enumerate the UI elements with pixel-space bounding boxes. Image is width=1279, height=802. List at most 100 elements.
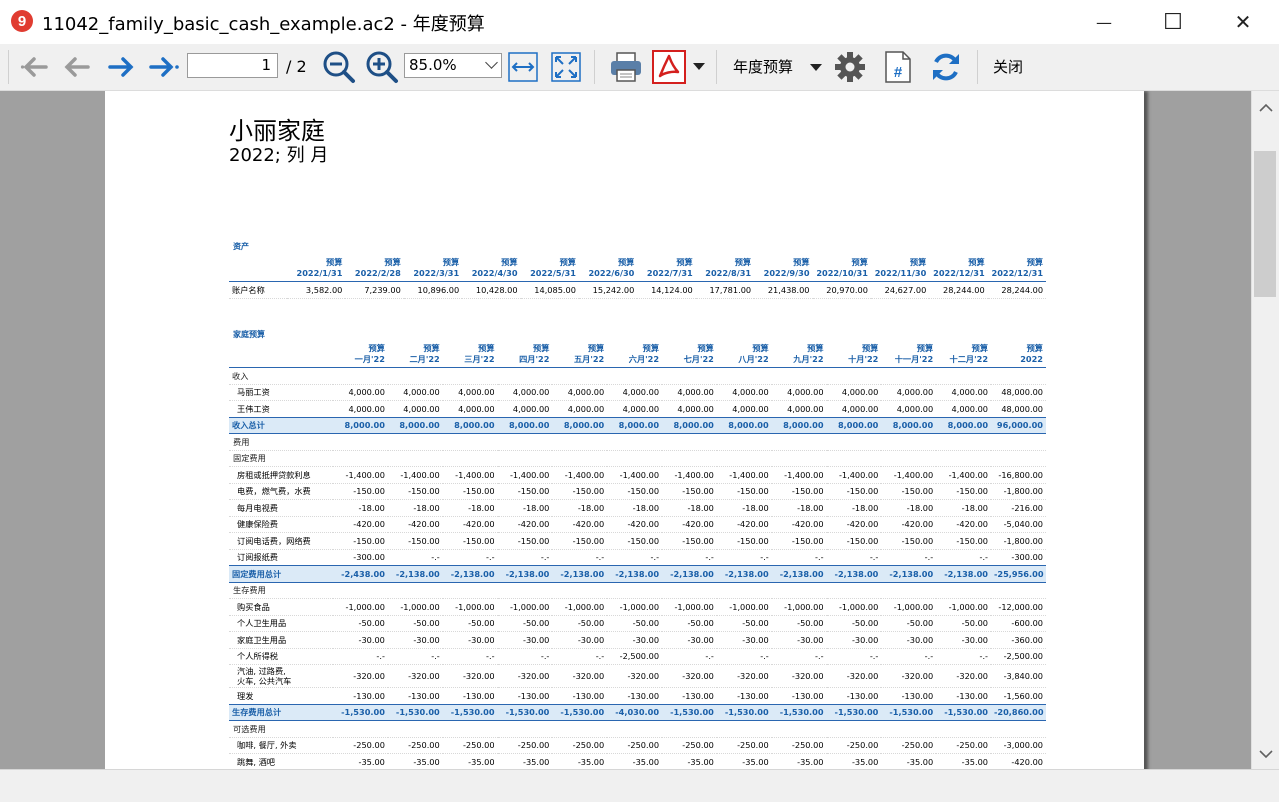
table-cell: 4,000.00 bbox=[662, 384, 717, 401]
table-cell: -35.00 bbox=[607, 753, 663, 769]
column-header: 预算 2022/3/31 bbox=[403, 257, 463, 282]
table-cell: -1,400.00 bbox=[333, 466, 388, 484]
table-cell: -150.00 bbox=[881, 483, 937, 500]
table-cell bbox=[881, 582, 937, 599]
table-cell: -2,138.00 bbox=[716, 565, 772, 583]
total-row: 固定费用总计 -2,438.00 -2,138.00 -2,138.00 -2,138.… bbox=[229, 565, 1046, 583]
fit-width-button[interactable] bbox=[507, 51, 539, 83]
table-cell: -1,530.00 bbox=[771, 703, 827, 721]
column-header: 预算 2022/4/30 bbox=[462, 257, 521, 282]
next-page-button[interactable] bbox=[104, 51, 138, 83]
table-cell: -50.00 bbox=[387, 615, 443, 632]
table-cell: 8,000.00 bbox=[771, 416, 827, 434]
table-cell: -20,860.00 bbox=[991, 703, 1046, 721]
column-header: 预算 七月'22 bbox=[662, 343, 717, 368]
table-cell: -320.00 bbox=[387, 664, 443, 688]
table-cell: -320.00 bbox=[662, 664, 717, 688]
row-label: 健康保险费 bbox=[229, 516, 334, 533]
table-cell: -16,800.00 bbox=[991, 466, 1046, 484]
table-cell: 8,000.00 bbox=[442, 416, 498, 434]
column-header: 预算 2022/11/30 bbox=[870, 257, 930, 282]
table-cell: 8,000.00 bbox=[387, 416, 443, 434]
table-cell bbox=[881, 450, 937, 467]
table-cell: -30.00 bbox=[881, 631, 937, 649]
fit-page-icon bbox=[551, 52, 581, 82]
last-page-button[interactable] bbox=[146, 51, 182, 83]
report-viewport[interactable]: 小丽家庭 2022; 列 月 资产 预算 2022/1/31 预算 2022/2/28… bbox=[0, 91, 1251, 769]
print-button[interactable] bbox=[607, 51, 645, 83]
page-number-input[interactable]: 1 bbox=[187, 53, 278, 78]
table-cell: -250.00 bbox=[826, 737, 882, 754]
table-cell: 4,000.00 bbox=[771, 384, 827, 401]
column-header: 预算 四月'22 bbox=[497, 343, 553, 368]
export-pdf-button[interactable] bbox=[651, 50, 687, 84]
row-label: 订阅报纸费 bbox=[229, 549, 334, 566]
table-cell: 8,000.00 bbox=[936, 416, 992, 434]
table-cell bbox=[991, 582, 1046, 599]
table-cell: -35.00 bbox=[826, 753, 882, 769]
column-header: 预算 2022/2/28 bbox=[345, 257, 404, 282]
zoom-dropdown[interactable]: 85.0% bbox=[404, 53, 502, 78]
table-cell: -.- bbox=[881, 648, 937, 665]
page-number-settings-button[interactable]: # bbox=[883, 51, 913, 83]
pdf-options-dropdown[interactable] bbox=[689, 51, 709, 83]
table-cell bbox=[826, 367, 882, 385]
column-header: 预算 2022 bbox=[991, 343, 1046, 368]
table-cell: -30.00 bbox=[771, 631, 827, 649]
group-header-row: 固定费用 bbox=[229, 450, 1046, 467]
table-cell bbox=[333, 720, 388, 738]
table-cell bbox=[771, 582, 827, 599]
table-cell: -420.00 bbox=[662, 516, 717, 533]
table-cell: -130.00 bbox=[771, 687, 827, 705]
table-cell: 10,896.00 bbox=[403, 281, 463, 299]
table-cell: -2,138.00 bbox=[497, 565, 553, 583]
table-cell: -.- bbox=[716, 549, 772, 566]
column-header: 预算 2022/9/30 bbox=[754, 257, 813, 282]
report-type-dropdown[interactable]: 年度预算 bbox=[733, 56, 822, 77]
table-cell: -35.00 bbox=[552, 753, 608, 769]
table-cell bbox=[662, 582, 717, 599]
report-page: 小丽家庭 2022; 列 月 资产 预算 2022/1/31 预算 2022/2/28… bbox=[105, 91, 1144, 769]
vertical-scrollbar[interactable] bbox=[1251, 91, 1279, 769]
table-cell: 4,000.00 bbox=[387, 384, 443, 401]
table-cell bbox=[662, 367, 717, 385]
table-cell: -50.00 bbox=[826, 615, 882, 632]
previous-page-button[interactable] bbox=[60, 51, 94, 83]
settings-button[interactable] bbox=[832, 51, 868, 83]
table-cell bbox=[716, 450, 772, 467]
fit-page-button[interactable] bbox=[550, 51, 582, 83]
page-total-label: / 2 bbox=[286, 57, 307, 76]
row-label: 王伟工资 bbox=[229, 400, 334, 418]
maximize-button[interactable]: ☐ bbox=[1150, 0, 1196, 44]
table-cell: -1,000.00 bbox=[936, 598, 992, 616]
zoom-out-button[interactable] bbox=[321, 51, 357, 83]
first-page-button[interactable] bbox=[18, 51, 52, 83]
table-cell: -1,000.00 bbox=[716, 598, 772, 616]
table-cell: -420.00 bbox=[716, 516, 772, 533]
minimize-button[interactable]: — bbox=[1081, 0, 1127, 44]
table-cell: -216.00 bbox=[991, 499, 1046, 517]
close-report-button[interactable]: 关闭 bbox=[993, 56, 1023, 77]
table-cell: -320.00 bbox=[333, 664, 388, 688]
table-cell: 8,000.00 bbox=[497, 416, 553, 434]
refresh-button[interactable] bbox=[927, 51, 965, 83]
table-cell: -2,500.00 bbox=[991, 648, 1046, 665]
table-cell bbox=[936, 433, 992, 451]
zoom-in-button[interactable] bbox=[364, 51, 400, 83]
table-cell: -2,138.00 bbox=[936, 565, 992, 583]
total-row: 收入总计 8,000.00 8,000.00 8,000.00 8,000.00 8,00… bbox=[229, 416, 1046, 434]
table-cell: -130.00 bbox=[936, 687, 992, 705]
table-cell bbox=[771, 433, 827, 451]
table-cell: -130.00 bbox=[333, 687, 388, 705]
table-cell: -.- bbox=[771, 549, 827, 566]
table-cell: -5,040.00 bbox=[991, 516, 1046, 533]
fit-width-icon bbox=[508, 52, 538, 82]
table-cell: 48,000.00 bbox=[991, 384, 1046, 401]
table-cell: -150.00 bbox=[552, 532, 608, 550]
scrollbar-thumb[interactable] bbox=[1254, 151, 1276, 297]
close-window-button[interactable]: ✕ bbox=[1220, 0, 1266, 44]
table-cell: -1,400.00 bbox=[826, 466, 882, 484]
table-cell: -250.00 bbox=[936, 737, 992, 754]
table-cell: -250.00 bbox=[771, 737, 827, 754]
table-cell: -50.00 bbox=[552, 615, 608, 632]
